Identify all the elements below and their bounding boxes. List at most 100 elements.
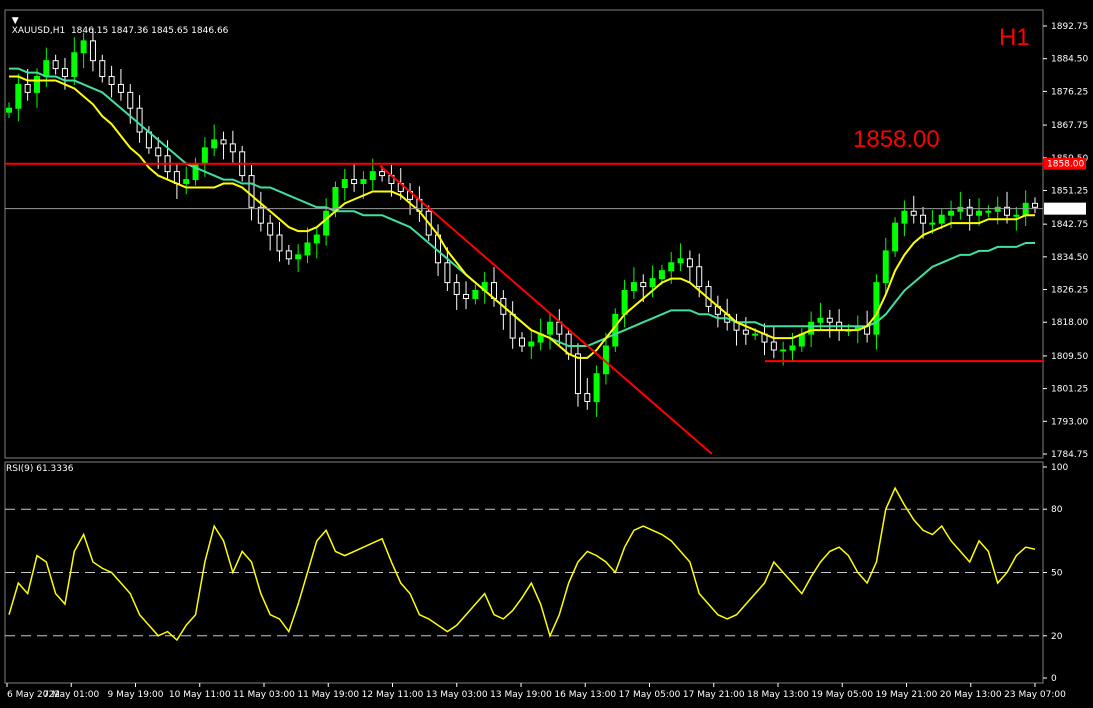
candle-body[interactable] xyxy=(304,242,311,256)
candle-body[interactable] xyxy=(658,270,665,280)
candle-body[interactable] xyxy=(770,341,777,351)
candle-body[interactable] xyxy=(183,179,190,185)
price-panel-frame xyxy=(4,9,1044,459)
price-tick-label: 1842.75 xyxy=(1051,220,1088,230)
candle-body[interactable] xyxy=(257,206,264,224)
candle-body[interactable] xyxy=(136,107,143,133)
candle-body[interactable] xyxy=(71,52,78,78)
candle-body[interactable] xyxy=(826,317,833,323)
candle-body[interactable] xyxy=(220,139,227,145)
candle-body[interactable] xyxy=(1022,202,1029,216)
candle-body[interactable] xyxy=(15,83,22,109)
candle-body[interactable] xyxy=(621,290,628,315)
candle-body[interactable] xyxy=(630,282,637,292)
price-tick-label: 1867.75 xyxy=(1051,121,1088,131)
candle-body[interactable] xyxy=(267,222,274,236)
candle-body[interactable] xyxy=(752,333,759,336)
candle-body[interactable] xyxy=(472,290,479,299)
candle-body[interactable] xyxy=(808,321,815,335)
candle-body[interactable] xyxy=(509,313,516,339)
chart-container[interactable]: 1892.751884.501876.251867.751859.501851.… xyxy=(0,0,1093,708)
price-tick-label: 1793.00 xyxy=(1051,417,1088,427)
candle-body[interactable] xyxy=(24,83,31,93)
candle-body[interactable] xyxy=(99,60,106,78)
candle-body[interactable] xyxy=(985,210,992,213)
candle-body[interactable] xyxy=(892,222,899,252)
candle-body[interactable] xyxy=(360,179,367,185)
candle-body[interactable] xyxy=(379,171,386,177)
candle-body[interactable] xyxy=(295,254,302,260)
candle-body[interactable] xyxy=(369,171,376,181)
candle-body[interactable] xyxy=(780,349,787,352)
candle-body[interactable] xyxy=(901,210,908,224)
dropdown-triangle-icon[interactable]: ▼ xyxy=(12,16,19,26)
candle-body[interactable] xyxy=(127,91,134,109)
candle-body[interactable] xyxy=(574,353,581,395)
candle-body[interactable] xyxy=(61,68,68,78)
candle-body[interactable] xyxy=(313,234,320,244)
candle-body[interactable] xyxy=(52,60,59,70)
candle-body[interactable] xyxy=(211,139,218,149)
time-tick-label: 19 May 21:00 xyxy=(876,690,938,700)
candle-body[interactable] xyxy=(519,337,525,347)
candle-body[interactable] xyxy=(789,345,796,351)
candle-body[interactable] xyxy=(229,143,236,153)
candle-body[interactable] xyxy=(351,179,358,185)
candle-body[interactable] xyxy=(882,250,889,284)
candle-body[interactable] xyxy=(677,258,684,264)
price-tick-label: 1892.75 xyxy=(1051,22,1088,32)
candle-body[interactable] xyxy=(33,76,40,93)
candle-body[interactable] xyxy=(332,186,339,212)
candle-body[interactable] xyxy=(341,179,348,188)
candle-body[interactable] xyxy=(640,282,647,288)
candle-body[interactable] xyxy=(276,234,283,252)
candle-body[interactable] xyxy=(6,107,12,113)
candle-body[interactable] xyxy=(323,210,330,236)
candle-body[interactable] xyxy=(155,147,162,157)
candle-body[interactable] xyxy=(920,214,927,224)
candle-body[interactable] xyxy=(584,393,591,402)
time-tick-label: 10 May 11:00 xyxy=(169,690,231,700)
rsi-tick-label: 0 xyxy=(1051,674,1057,684)
candle-body[interactable] xyxy=(1032,202,1038,208)
candle-body[interactable] xyxy=(696,266,703,288)
candle-body[interactable] xyxy=(686,258,693,268)
candle-body[interactable] xyxy=(742,329,749,335)
candle-body[interactable] xyxy=(546,321,553,335)
candle-body[interactable] xyxy=(929,222,936,225)
price-tick-label: 1801.25 xyxy=(1051,385,1088,395)
candle-body[interactable] xyxy=(957,206,964,212)
candle-body[interactable] xyxy=(248,175,255,208)
trading-chart[interactable]: 1892.751884.501876.251867.751859.501851.… xyxy=(0,0,1093,708)
candle-body[interactable] xyxy=(108,76,115,85)
time-tick-label: 13 May 03:00 xyxy=(426,690,488,700)
candle-body[interactable] xyxy=(463,293,470,299)
rsi-line xyxy=(8,486,1036,642)
price-tick-label: 1818.00 xyxy=(1051,318,1088,328)
candle-body[interactable] xyxy=(948,210,955,216)
candle-body[interactable] xyxy=(910,210,917,216)
price-tick-label: 1826.25 xyxy=(1051,286,1088,296)
candle-body[interactable] xyxy=(1013,214,1020,217)
current-price-marker-label: 1846.66 xyxy=(1047,205,1084,215)
candle-body[interactable] xyxy=(612,313,619,347)
candle-body[interactable] xyxy=(976,210,983,216)
candle-body[interactable] xyxy=(994,206,1001,212)
candle-body[interactable] xyxy=(938,214,945,224)
candle-body[interactable] xyxy=(80,40,87,54)
candle-body[interactable] xyxy=(565,333,572,355)
candle-body[interactable] xyxy=(593,373,600,402)
candle-body[interactable] xyxy=(528,341,535,347)
candle-body[interactable] xyxy=(201,147,208,165)
candle-body[interactable] xyxy=(43,60,50,78)
candle-body[interactable] xyxy=(649,278,656,288)
candle-body[interactable] xyxy=(89,40,96,62)
price-tick-label: 1834.50 xyxy=(1051,253,1088,263)
candle-body[interactable] xyxy=(444,262,451,284)
candle-body[interactable] xyxy=(817,317,824,323)
candle-body[interactable] xyxy=(453,282,460,295)
time-tick-label: 20 May 13:00 xyxy=(940,690,1002,700)
candle-body[interactable] xyxy=(668,262,675,272)
candle-body[interactable] xyxy=(285,250,292,260)
candle-body[interactable] xyxy=(117,83,124,93)
